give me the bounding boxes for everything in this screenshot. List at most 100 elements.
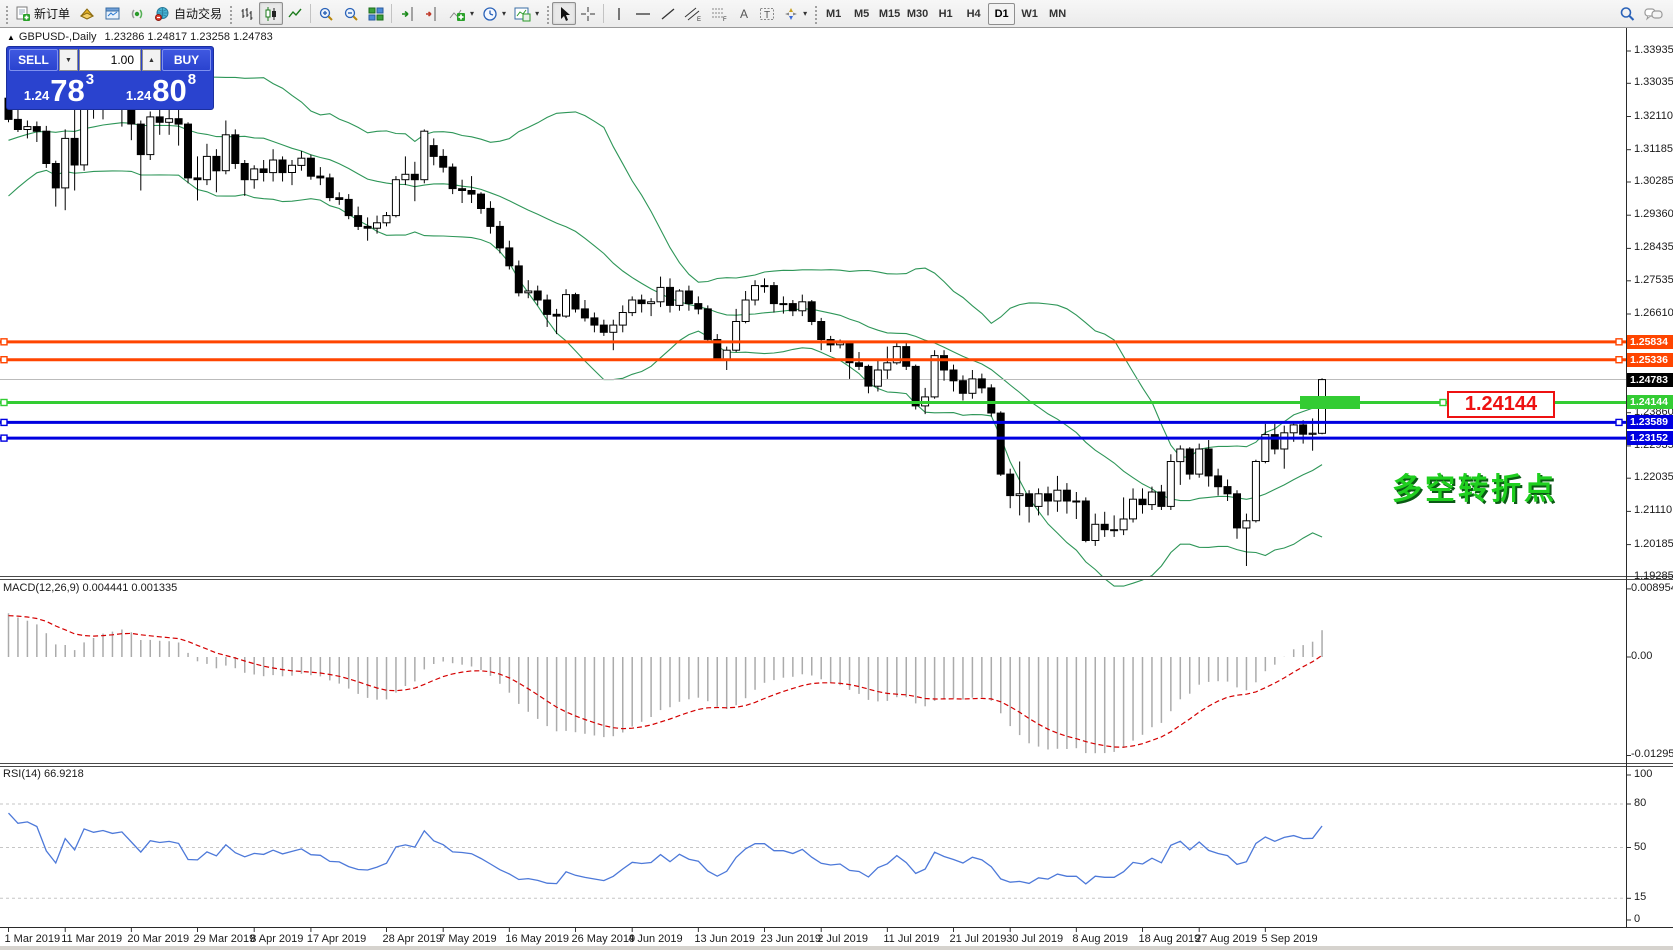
date-tick: 28 Apr 2019 (383, 933, 442, 945)
price-tick: 1.30285 (1634, 175, 1673, 187)
toolbar-separator (310, 4, 311, 23)
date-tick: 11 Jul 2019 (883, 933, 939, 945)
volume-input[interactable] (79, 49, 141, 71)
date-tick: 26 May 2019 (572, 933, 636, 945)
new-order-button[interactable]: 新订单 (11, 2, 74, 25)
chart-quote-ohlc: 1.23286 1.24817 1.23258 1.24783 (105, 31, 273, 43)
buy-price-display[interactable]: 1.24 80 8 (111, 73, 211, 107)
autotrading-icon (154, 6, 171, 22)
zoom-in-button[interactable] (314, 2, 339, 25)
toolbar-grip[interactable] (4, 4, 9, 24)
market-watch-icon (104, 6, 121, 22)
buy-price-main: 1.24 (126, 88, 151, 103)
text-label-tool-button[interactable]: T (755, 2, 779, 25)
candlestick-chart-type-button[interactable] (259, 2, 283, 25)
volume-increase-button[interactable]: ▲ (142, 49, 161, 71)
zoom-in-icon (318, 6, 335, 22)
chart-area[interactable]: ▲GBPUSD-,Daily1.23286 1.24817 1.23258 1.… (0, 28, 1673, 950)
signals-button[interactable] (125, 2, 150, 25)
templates-button[interactable]: ▾ (510, 2, 543, 25)
text-tool-button[interactable]: A (732, 2, 755, 25)
status-strip (0, 946, 1673, 950)
main-toolbar: 新订单 自动交易 ▾ ▾ (0, 0, 1673, 28)
chart-shift-button[interactable] (420, 2, 445, 25)
timeframe-button-MN[interactable]: MN (1044, 3, 1071, 25)
autotrading-button[interactable]: 自动交易 (150, 2, 226, 25)
volume-decrease-button[interactable]: ▼ (59, 49, 78, 71)
equidistant-channel-tool-button[interactable]: E (680, 2, 706, 25)
new-order-icon (15, 6, 31, 22)
toolbar-grip[interactable] (228, 4, 233, 24)
price-tick: 1.31185 (1634, 143, 1673, 155)
macd-tick: -0.012957 (1631, 748, 1673, 760)
timeframe-button-W1[interactable]: W1 (1016, 3, 1043, 25)
timeframe-button-D1[interactable]: D1 (988, 3, 1015, 25)
rsi-tick: 100 (1634, 768, 1652, 780)
price-tick: 1.33935 (1634, 44, 1673, 56)
sell-button[interactable]: SELL (9, 49, 58, 71)
chart-bottom-border (0, 927, 1673, 928)
timeframe-button-H1[interactable]: H1 (932, 3, 959, 25)
auto-scroll-button[interactable] (395, 2, 420, 25)
timeframe-button-M15[interactable]: M15 (876, 3, 903, 25)
buy-button[interactable]: BUY (162, 49, 211, 71)
price-tick: 1.21110 (1634, 504, 1672, 516)
indicators-icon (449, 6, 466, 22)
macd-pane-separator[interactable] (0, 576, 1673, 580)
bar-chart-type-button[interactable] (235, 2, 259, 25)
chart-shift-icon (424, 6, 441, 22)
sell-price-display[interactable]: 1.24 78 3 (9, 73, 109, 107)
timeframe-button-H4[interactable]: H4 (960, 3, 987, 25)
price-tick: 1.20185 (1634, 538, 1673, 550)
macd-tick: 0.008954 (1631, 582, 1673, 594)
toolbar-separator (603, 4, 604, 23)
svg-text:T: T (764, 10, 770, 21)
collapse-triangle-icon[interactable]: ▲ (7, 33, 15, 42)
history-center-button[interactable] (74, 2, 100, 25)
auto-scroll-icon (399, 6, 416, 22)
text-icon: A (737, 6, 751, 22)
text-label-icon: T (759, 6, 775, 22)
zoom-out-button[interactable] (339, 2, 364, 25)
periods-button[interactable]: ▾ (478, 2, 510, 25)
date-tick: 1 Mar 2019 (5, 933, 61, 945)
timeframe-toolbar: M1M5M15M30H1H4D1W1MN (820, 3, 1071, 25)
arrows-tool-button[interactable]: ▾ (779, 2, 811, 25)
price-tick: 1.19285 (1634, 570, 1673, 582)
crosshair-tool-button[interactable] (576, 2, 600, 25)
timeframe-button-M5[interactable]: M5 (848, 3, 875, 25)
vertical-line-icon (612, 6, 626, 22)
fibonacci-icon: F (710, 6, 728, 22)
date-tick: 11 Mar 2019 (61, 933, 122, 945)
toolbar-separator (391, 4, 392, 23)
timeframe-button-M30[interactable]: M30 (904, 3, 931, 25)
indicators-button[interactable]: ▾ (445, 2, 478, 25)
sell-price-big: 78 (50, 76, 84, 106)
search-button[interactable] (1615, 2, 1640, 25)
toolbar-grip[interactable] (545, 4, 550, 24)
line-chart-type-button[interactable] (283, 2, 307, 25)
sell-price-main: 1.24 (24, 88, 49, 103)
price-line-label: 1.23589 (1627, 415, 1673, 429)
new-order-label: 新订单 (34, 5, 70, 22)
fibonacci-tool-button[interactable]: F (706, 2, 732, 25)
rsi-tick: 80 (1634, 797, 1646, 809)
market-watch-button[interactable] (100, 2, 125, 25)
tile-windows-button[interactable] (364, 2, 388, 25)
vertical-line-tool-button[interactable] (607, 2, 630, 25)
date-tick: 13 Jun 2019 (694, 933, 755, 945)
cursor-tool-button[interactable] (552, 2, 576, 25)
signals-icon (129, 6, 146, 22)
buy-price-sup: 8 (188, 73, 196, 87)
rsi-pane-separator[interactable] (0, 763, 1673, 767)
horizontal-line-tool-button[interactable] (630, 2, 656, 25)
chat-button[interactable] (1640, 2, 1667, 25)
date-tick: 27 Aug 2019 (1195, 933, 1257, 945)
trendline-tool-button[interactable] (656, 2, 680, 25)
clock-icon (482, 6, 498, 22)
date-tick: 30 Jul 2019 (1006, 933, 1063, 945)
date-tick: 29 Mar 2019 (194, 933, 256, 945)
timeframe-button-M1[interactable]: M1 (820, 3, 847, 25)
price-axis-border (1626, 28, 1627, 928)
toolbar-grip[interactable] (813, 4, 818, 24)
